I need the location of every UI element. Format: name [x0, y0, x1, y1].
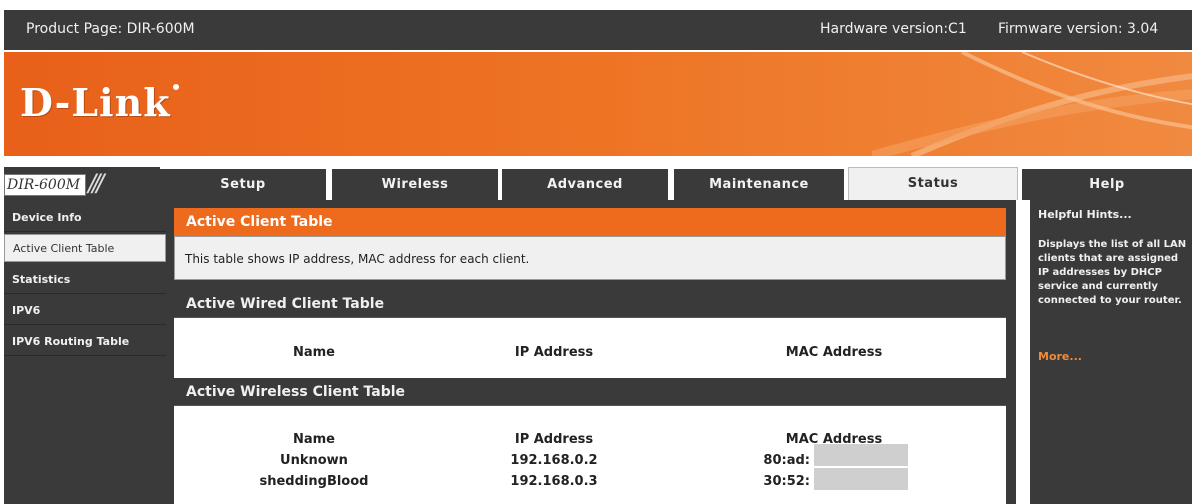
- sidebar-item-ipv6-routing-table[interactable]: IPV6 Routing Table: [4, 328, 166, 356]
- active-client-panel: Active Client Table This table shows IP …: [174, 208, 1006, 280]
- main-navigation: DIR-600M /// Setup Wireless Advanced Mai…: [4, 162, 1192, 200]
- table-row-name: Unknown: [280, 453, 348, 468]
- sidebar: Device Info Active Client Table Statisti…: [4, 200, 168, 504]
- hints-title: Helpful Hints...: [1038, 208, 1132, 221]
- model-slash-decoration: ///: [88, 169, 104, 197]
- mac-redaction: [814, 444, 908, 466]
- tab-wireless[interactable]: Wireless: [332, 169, 498, 200]
- wired-client-table: Name IP Address MAC Address: [174, 318, 1006, 378]
- table-row-mac: 30:52:: [763, 474, 810, 489]
- product-page-label: Product Page: DIR-600M: [26, 21, 195, 37]
- table-row-name: sheddingBlood: [259, 474, 369, 489]
- wired-col-ip: IP Address: [514, 345, 594, 360]
- wireless-section-title: Active Wireless Client Table: [174, 378, 1006, 406]
- tab-advanced[interactable]: Advanced: [502, 169, 668, 200]
- wireless-client-section: Active Wireless Client Table Name IP Add…: [174, 378, 1006, 504]
- hints-text: Displays the list of all LAN clients tha…: [1038, 239, 1187, 306]
- logo-dot: [172, 84, 179, 90]
- main-content: Active Client Table This table shows IP …: [168, 200, 1016, 504]
- page-title: Active Client Table: [174, 208, 1006, 236]
- wireless-client-table: Name IP Address MAC Address Unknown 192.…: [174, 406, 1006, 504]
- wired-col-mac: MAC Address: [785, 345, 883, 360]
- wireless-col-ip: IP Address: [514, 432, 594, 447]
- hardware-version: Hardware version:C1: [820, 21, 967, 37]
- tab-maintenance[interactable]: Maintenance: [674, 169, 844, 200]
- header-banner: D-Link: [4, 52, 1192, 156]
- wired-client-section: Active Wired Client Table Name IP Addres…: [174, 290, 1006, 378]
- mac-redaction: [814, 468, 908, 490]
- top-info-bar: Product Page: DIR-600M Hardware version:…: [4, 10, 1192, 50]
- helpful-hints-panel: Helpful Hints... Displays the list of al…: [1030, 200, 1192, 504]
- table-row-ip: 192.168.0.2: [510, 453, 598, 468]
- sidebar-item-active-client-table[interactable]: Active Client Table: [4, 234, 166, 262]
- tab-setup[interactable]: Setup: [160, 169, 326, 200]
- wired-col-name: Name: [292, 345, 335, 360]
- firmware-version: Firmware version: 3.04: [998, 21, 1159, 37]
- table-row-mac: 80:ad:: [763, 453, 810, 468]
- banner-swoosh-graphic: [872, 52, 1192, 156]
- sidebar-item-statistics[interactable]: Statistics: [4, 266, 166, 294]
- wireless-col-name: Name: [292, 432, 335, 447]
- tab-help[interactable]: Help: [1022, 169, 1192, 200]
- tab-status[interactable]: Status: [848, 167, 1018, 200]
- hints-more-link[interactable]: More...: [1038, 350, 1082, 363]
- dlink-logo[interactable]: D-Link: [20, 80, 179, 125]
- table-row-ip: 192.168.0.3: [510, 474, 598, 489]
- sidebar-item-ipv6[interactable]: IPV6: [4, 297, 166, 325]
- model-label: DIR-600M: [4, 174, 86, 196]
- sidebar-item-device-info[interactable]: Device Info: [4, 204, 166, 232]
- wired-section-title: Active Wired Client Table: [174, 290, 1006, 318]
- model-badge: DIR-600M ///: [4, 167, 160, 200]
- page-description: This table shows IP address, MAC address…: [174, 236, 1006, 280]
